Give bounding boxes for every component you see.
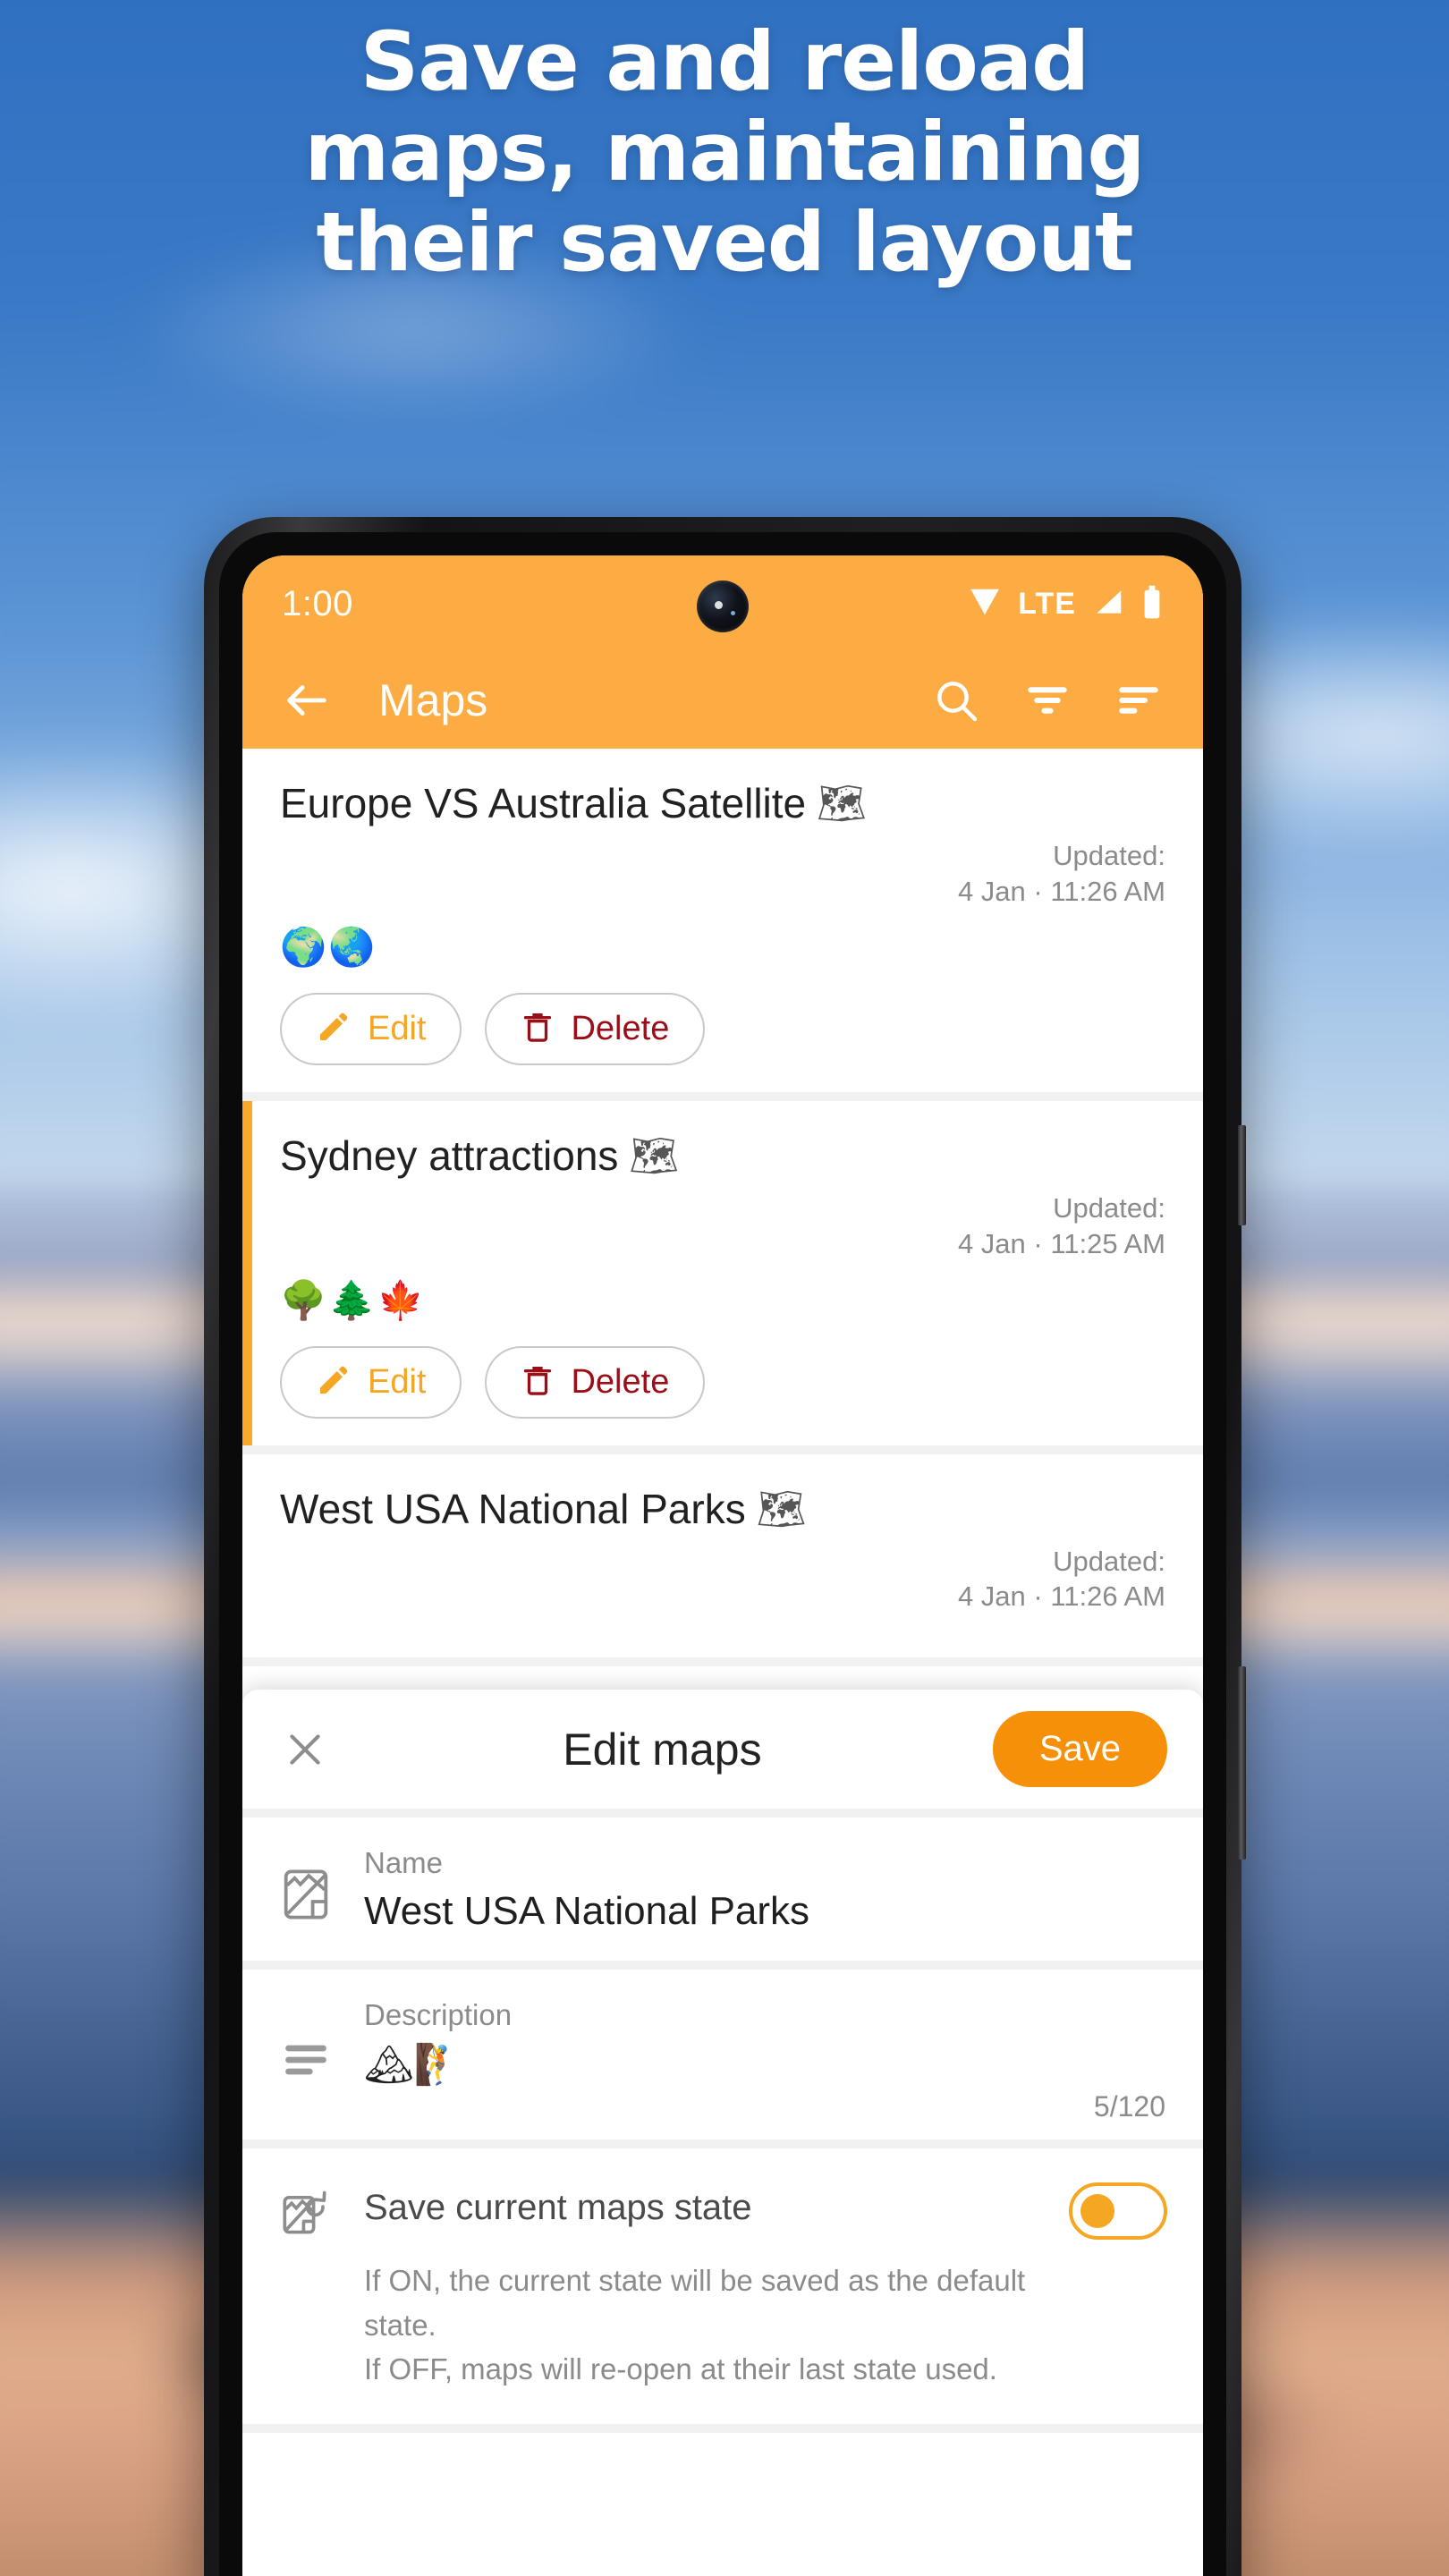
search-icon[interactable] <box>924 668 988 733</box>
map-item-actions: Edit Delete <box>280 993 1165 1066</box>
map-item-title-row: Sydney attractions 🗺 <box>280 1131 1165 1180</box>
updated-stamp: Updated: 4 Jan · 11:25 AM <box>280 1191 1165 1261</box>
status-clock: 1:00 <box>282 583 353 623</box>
edit-button-label: Edit <box>368 1362 427 1401</box>
front-camera-punch-hole <box>697 580 749 632</box>
app-bar: Maps <box>242 652 1203 749</box>
table-row[interactable]: West USA National Parks 🗺 Updated: 4 Jan… <box>242 1453 1203 1667</box>
filter-icon[interactable] <box>1015 668 1080 733</box>
back-arrow-icon[interactable] <box>275 668 339 733</box>
map-item-name: Sydney attractions <box>280 1132 619 1180</box>
edit-button-label: Edit <box>368 1010 427 1048</box>
sheet-footer-area <box>242 2432 1203 2540</box>
map-icon: 🗺 <box>817 781 867 826</box>
map-item-title-row: West USA National Parks 🗺 <box>280 1485 1165 1533</box>
save-state-body: Save current maps state If ON, the curre… <box>364 2179 1038 2392</box>
battery-icon <box>1140 584 1164 624</box>
edit-maps-bottom-sheet: Edit maps Save Name West USA National Pa… <box>242 1690 1203 2576</box>
phone-bezel: 1:00 LTE Maps Europe VS Australia Satell… <box>219 532 1226 2576</box>
trash-icon <box>521 1362 555 1402</box>
updated-value: 4 Jan · 11:25 AM <box>957 1228 1165 1260</box>
updated-value: 4 Jan · 11:26 AM <box>957 1580 1165 1613</box>
description-input[interactable]: 🏔🧗 <box>364 2041 1167 2088</box>
description-field-row[interactable]: Description 🏔🧗 5/120 <box>242 1970 1203 2148</box>
delete-button-label: Delete <box>571 1010 670 1048</box>
save-state-row: Save current maps state If ON, the curre… <box>242 2148 1203 2433</box>
save-state-help-line-1: If ON, the current state will be saved a… <box>364 2264 1026 2297</box>
updated-value: 4 Jan · 11:26 AM <box>957 875 1165 907</box>
edit-button[interactable]: Edit <box>280 993 462 1066</box>
sheet-header: Edit maps Save <box>242 1690 1203 1818</box>
phone-screen: 1:00 LTE Maps Europe VS Australia Satell… <box>242 555 1203 2576</box>
map-refresh-icon <box>278 2179 334 2238</box>
toggle-thumb <box>1080 2194 1114 2228</box>
description-field-body: Description 🏔🧗 <box>364 1998 1167 2113</box>
save-state-help: If ON, the current state will be saved a… <box>364 2258 1038 2392</box>
app-bar-title: Maps <box>378 675 488 725</box>
map-icon: 🗺 <box>756 1486 807 1532</box>
close-icon[interactable] <box>278 1723 332 1776</box>
name-input[interactable]: West USA National Parks <box>364 1889 1167 1934</box>
headline-line-2: maps, maintaining <box>304 105 1146 199</box>
headline-line-3: their saved layout <box>316 195 1133 290</box>
save-state-label: Save current maps state <box>364 2188 752 2227</box>
map-item-title-row: Europe VS Australia Satellite 🗺 <box>280 779 1165 827</box>
map-item-name: Europe VS Australia Satellite <box>280 780 807 826</box>
delete-button-label: Delete <box>571 1362 670 1401</box>
updated-stamp: Updated: 4 Jan · 11:26 AM <box>280 1544 1165 1614</box>
save-state-help-line-3: If OFF, maps will re-open at their last … <box>364 2352 997 2385</box>
sort-icon[interactable] <box>1106 668 1171 733</box>
phone-volume-button[interactable] <box>1238 1125 1246 1225</box>
phone-power-button[interactable] <box>1238 1666 1246 1860</box>
map-item-actions: Edit Delete <box>280 1345 1165 1419</box>
updated-label: Updated: <box>1053 1545 1165 1577</box>
table-row[interactable]: Europe VS Australia Satellite 🗺 Updated:… <box>242 749 1203 1102</box>
table-row[interactable]: Sydney attractions 🗺 Updated: 4 Jan · 11… <box>242 1101 1203 1454</box>
updated-label: Updated: <box>1053 1192 1165 1224</box>
network-type-label: LTE <box>1018 586 1076 621</box>
edit-button[interactable]: Edit <box>280 1345 462 1419</box>
map-item-description: 🌳🌲🍁 <box>280 1277 426 1322</box>
sheet-title: Edit maps <box>563 1724 762 1775</box>
updated-label: Updated: <box>1053 840 1165 871</box>
delete-button[interactable]: Delete <box>485 993 706 1066</box>
description-lines-icon <box>278 1998 334 2113</box>
description-field-label: Description <box>364 1998 513 2031</box>
save-state-toggle[interactable] <box>1069 2182 1167 2240</box>
promo-headline: Save and reload maps, maintaining their … <box>0 18 1449 288</box>
wifi-icon <box>966 585 1004 623</box>
phone-device-frame: 1:00 LTE Maps Europe VS Australia Satell… <box>204 517 1246 2576</box>
character-counter: 5/120 <box>1093 2090 1165 2123</box>
map-item-description: 🌍🌏 <box>280 925 377 970</box>
trash-icon <box>521 1009 555 1049</box>
map-item-name: West USA National Parks <box>280 1485 746 1532</box>
maps-list: Europe VS Australia Satellite 🗺 Updated:… <box>242 749 1203 1667</box>
status-icons: LTE <box>966 584 1164 624</box>
name-field-label: Name <box>364 1846 444 1879</box>
save-state-help-line-2: state. <box>364 2308 436 2342</box>
delete-button[interactable]: Delete <box>485 1345 706 1419</box>
pencil-icon <box>316 1009 352 1049</box>
name-field-row[interactable]: Name West USA National Parks <box>242 1818 1203 1970</box>
updated-stamp: Updated: 4 Jan · 11:26 AM <box>280 838 1165 909</box>
signal-icon <box>1090 585 1126 623</box>
save-button[interactable]: Save <box>992 1711 1167 1787</box>
map-icon <box>278 1846 334 1934</box>
status-bar: 1:00 LTE <box>242 555 1203 652</box>
pencil-icon <box>316 1362 352 1402</box>
name-field-body: Name West USA National Parks <box>364 1846 1167 1934</box>
headline-line-1: Save and reload <box>360 15 1090 109</box>
map-icon: 🗺 <box>629 1133 680 1180</box>
